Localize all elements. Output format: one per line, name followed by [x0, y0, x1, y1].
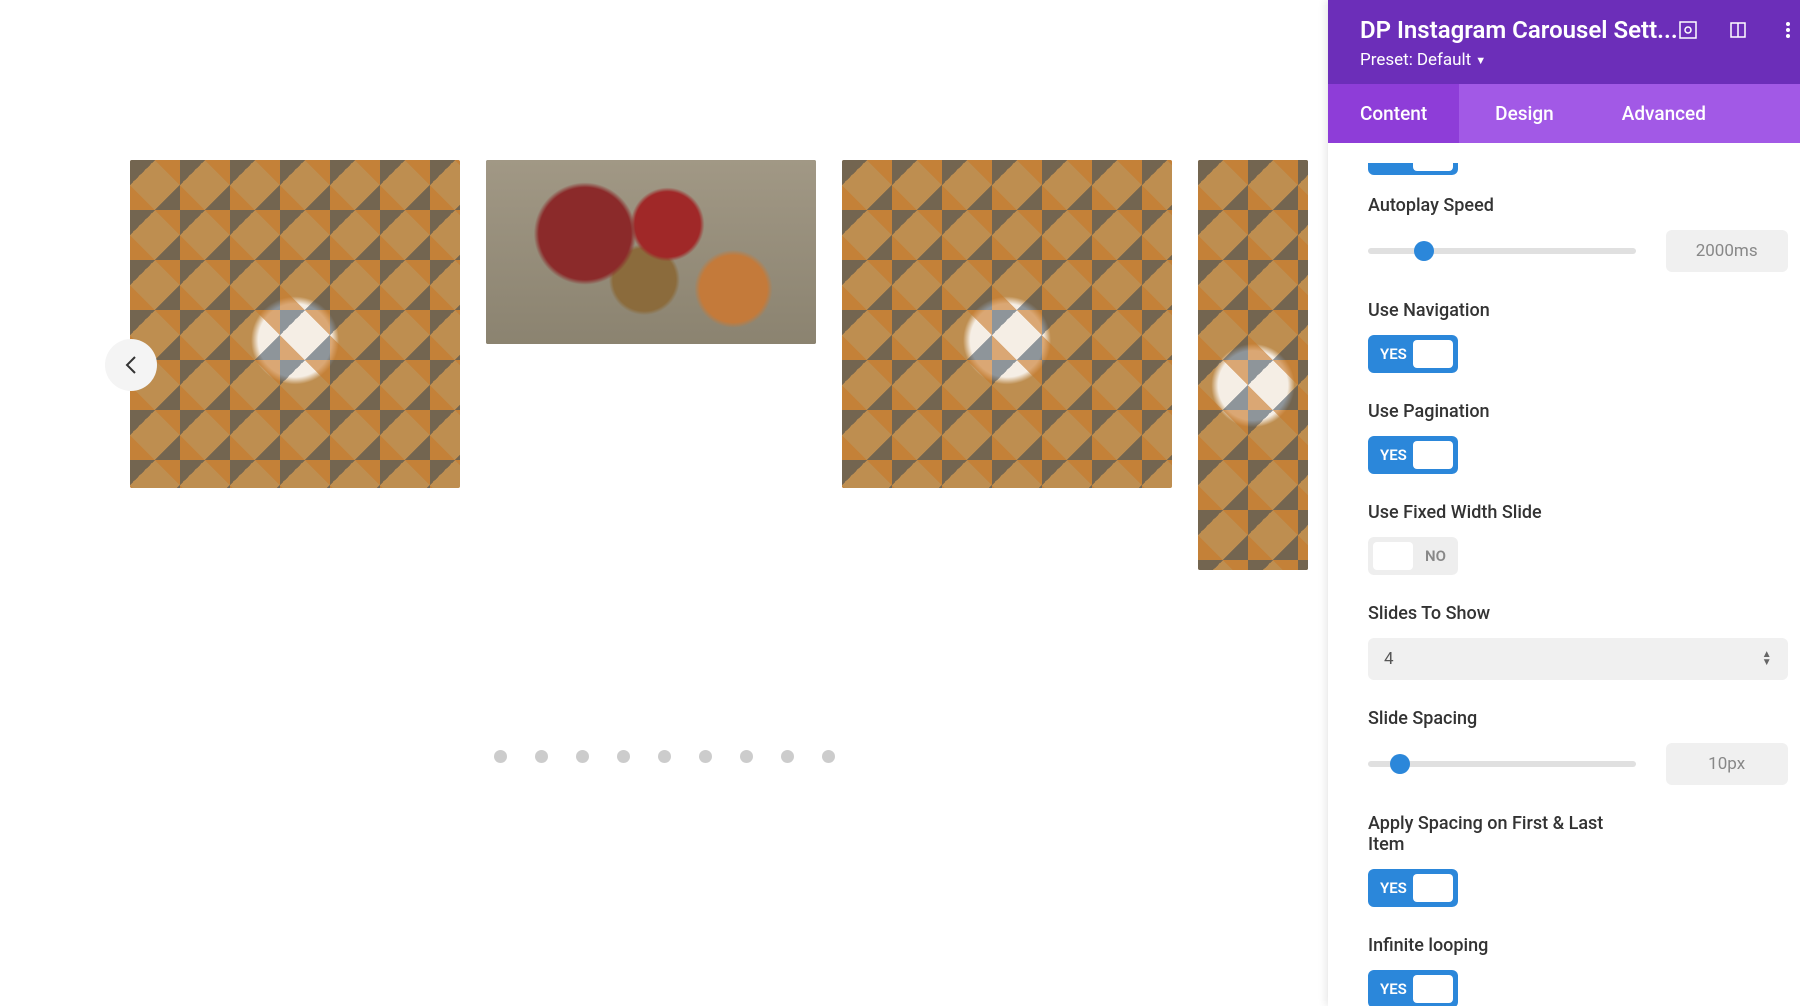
panel-header: DP Instagram Carousel Sett...: [1328, 0, 1800, 84]
tab-content[interactable]: Content: [1328, 84, 1459, 143]
slides-to-show-select[interactable]: 4 ▲ ▼: [1368, 638, 1788, 680]
slides-to-show-label: Slides To Show: [1368, 603, 1788, 624]
partial-toggle-cutoff[interactable]: [1368, 163, 1458, 175]
autoplay-speed-label: Autoplay Speed: [1368, 195, 1788, 216]
carousel-slides: [20, 160, 1308, 570]
infinite-looping-toggle[interactable]: YES: [1368, 970, 1458, 1006]
preview-area: [0, 0, 1328, 1006]
pagination-dot[interactable]: [617, 750, 630, 763]
expand-icon[interactable]: [1678, 20, 1698, 40]
use-fixed-width-label: Use Fixed Width Slide: [1368, 502, 1788, 523]
tab-advanced[interactable]: Advanced: [1590, 84, 1738, 143]
carousel-container: [20, 160, 1308, 570]
pagination-dot[interactable]: [822, 750, 835, 763]
settings-body: Autoplay Speed 2000ms Use Navigation YES…: [1328, 143, 1800, 1006]
panel-title: DP Instagram Carousel Sett...: [1360, 16, 1678, 44]
settings-panel: DP Instagram Carousel Sett...: [1328, 0, 1800, 1006]
slide-spacing-label: Slide Spacing: [1368, 708, 1788, 729]
tab-design[interactable]: Design: [1459, 84, 1590, 143]
carousel-slide[interactable]: [130, 160, 460, 488]
use-pagination-label: Use Pagination: [1368, 401, 1788, 422]
pagination-dot[interactable]: [494, 750, 507, 763]
pagination-dot[interactable]: [658, 750, 671, 763]
slide-spacing-slider[interactable]: [1368, 761, 1636, 767]
carousel-pagination: [494, 750, 835, 763]
use-navigation-toggle[interactable]: YES: [1368, 335, 1458, 373]
preset-value: Default: [1417, 50, 1471, 70]
pagination-dot[interactable]: [576, 750, 589, 763]
infinite-looping-label: Infinite looping: [1368, 935, 1788, 956]
select-arrows-icon: ▲ ▼: [1762, 651, 1772, 667]
tabs: Content Design Advanced: [1328, 84, 1800, 143]
carousel-slide[interactable]: [1198, 160, 1308, 570]
more-icon[interactable]: [1778, 20, 1798, 40]
autoplay-speed-slider[interactable]: [1368, 248, 1636, 254]
chevron-down-icon: ▼: [1475, 54, 1486, 67]
use-pagination-toggle[interactable]: YES: [1368, 436, 1458, 474]
carousel-slide[interactable]: [486, 160, 816, 344]
apply-spacing-toggle[interactable]: YES: [1368, 869, 1458, 907]
pagination-dot[interactable]: [535, 750, 548, 763]
carousel-prev-button[interactable]: [105, 339, 157, 391]
pagination-dot[interactable]: [781, 750, 794, 763]
autoplay-speed-value[interactable]: 2000ms: [1666, 230, 1788, 272]
pagination-dot[interactable]: [740, 750, 753, 763]
use-navigation-label: Use Navigation: [1368, 300, 1788, 321]
apply-spacing-label: Apply Spacing on First & Last Item: [1368, 813, 1628, 855]
preset-selector[interactable]: Preset: Default ▼: [1360, 50, 1798, 70]
responsive-icon[interactable]: [1728, 20, 1748, 40]
slide-spacing-value[interactable]: 10px: [1666, 743, 1788, 785]
carousel-slide[interactable]: [842, 160, 1172, 488]
use-fixed-width-toggle[interactable]: NO: [1368, 537, 1458, 575]
preset-label: Preset:: [1360, 50, 1413, 70]
pagination-dot[interactable]: [699, 750, 712, 763]
